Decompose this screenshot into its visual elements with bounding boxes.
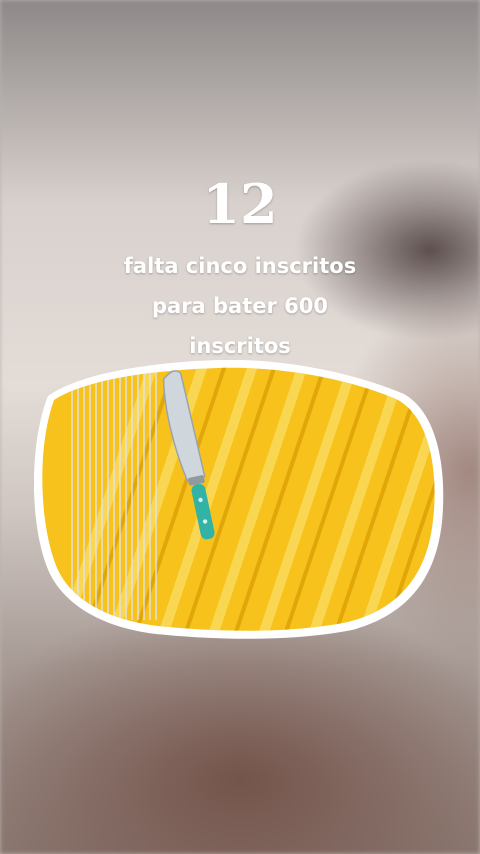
countdown-number: 12: [202, 172, 278, 236]
caption-line-2: para bater 600: [151, 294, 329, 318]
caption-line-1: falta cinco inscritos: [123, 254, 357, 278]
pineapple-sticker-graphic: [33, 359, 444, 639]
caption-text: falta cinco inscritos para bater 600 ins…: [0, 246, 480, 366]
pineapple-sticker: [18, 359, 448, 640]
